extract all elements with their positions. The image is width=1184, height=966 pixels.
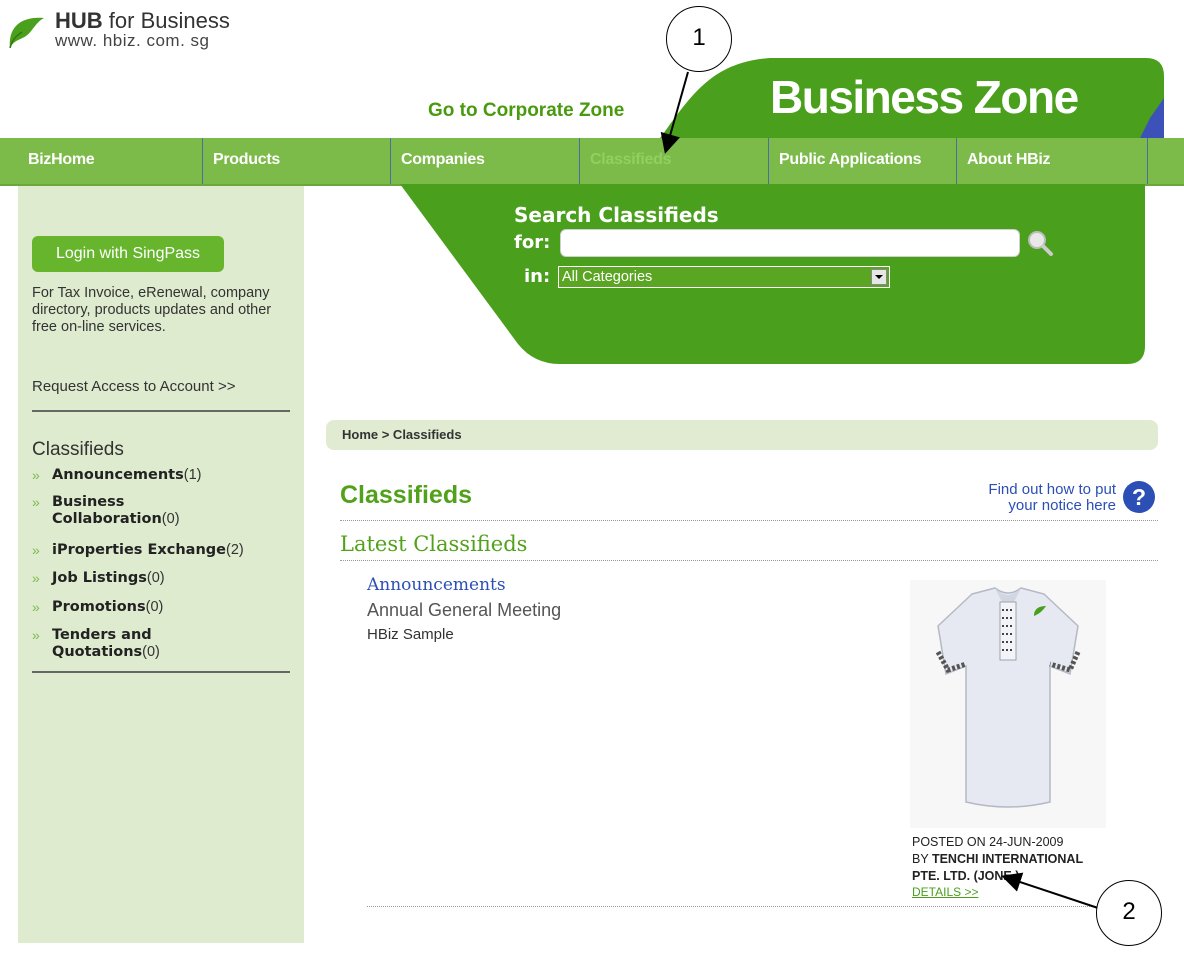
category-count: (0) bbox=[146, 570, 165, 586]
page-title: Classifieds bbox=[340, 481, 473, 509]
nav-companies[interactable]: Companies bbox=[391, 138, 580, 184]
bullet-icon: » bbox=[32, 570, 40, 586]
latest-divider bbox=[340, 560, 1158, 561]
category-name: Promotions bbox=[52, 599, 146, 615]
nav-public-applications[interactable]: Public Applications bbox=[769, 138, 957, 184]
nav-products[interactable]: Products bbox=[203, 138, 391, 184]
login-singpass-button[interactable]: Login with SingPass bbox=[32, 236, 224, 272]
category-business-collaboration[interactable]: » Business Collaboration(0) bbox=[32, 494, 292, 528]
callout-2: 2 bbox=[1096, 880, 1162, 946]
sidebar-divider bbox=[32, 410, 290, 412]
posted-by-prefix: BY bbox=[912, 852, 929, 866]
category-select[interactable]: All Categories bbox=[558, 266, 890, 288]
details-link[interactable]: DETAILS >> bbox=[912, 885, 978, 899]
category-count: (0) bbox=[142, 644, 160, 660]
help-line-1: Find out how to put bbox=[988, 481, 1116, 498]
classifieds-heading: Classifieds bbox=[32, 439, 124, 460]
help-line-2: your notice here bbox=[1008, 497, 1116, 514]
category-promotions[interactable]: » Promotions(0) bbox=[32, 599, 292, 617]
breadcrumb: Home > Classifieds bbox=[326, 420, 1158, 450]
main-nav: BizHome Products Companies Classifieds P… bbox=[0, 138, 1184, 186]
category-name: Job Listings bbox=[52, 570, 147, 586]
category-name: iProperties Exchange bbox=[52, 542, 226, 558]
help-question-icon[interactable]: ? bbox=[1122, 480, 1156, 514]
category-select-value: All Categories bbox=[562, 269, 653, 285]
bullet-icon: » bbox=[32, 542, 40, 558]
category-count: (0) bbox=[145, 599, 164, 615]
posted-company: TENCHI INTERNATIONAL bbox=[931, 852, 1084, 866]
sidebar-divider bbox=[32, 671, 290, 673]
item-divider bbox=[367, 906, 1158, 907]
category-count: (2) bbox=[226, 542, 244, 558]
item-category-link[interactable]: Announcements bbox=[367, 575, 506, 595]
callout-1: 1 bbox=[666, 6, 732, 72]
category-name: Business Collaboration bbox=[52, 494, 162, 527]
svg-text:?: ? bbox=[1132, 484, 1146, 510]
posted-info: POSTED ON 24-JUN-2009 BY TENCHI INTERNAT… bbox=[912, 834, 1142, 885]
latest-classifieds-heading: Latest Classifieds bbox=[340, 532, 528, 556]
search-icon[interactable] bbox=[1026, 229, 1054, 257]
search-input[interactable] bbox=[560, 229, 1020, 257]
hub-leaf-logo-icon bbox=[9, 17, 44, 49]
category-announcements[interactable]: » Announcements(1) bbox=[32, 467, 292, 485]
corporate-zone-link[interactable]: Go to Corporate Zone bbox=[428, 100, 624, 122]
category-iproperties-exchange[interactable]: » iProperties Exchange(2) bbox=[32, 542, 292, 560]
logo-url: www. hbiz. com. sg bbox=[55, 31, 210, 50]
category-count: (0) bbox=[161, 511, 180, 527]
bullet-icon: » bbox=[32, 467, 40, 483]
bullet-icon: » bbox=[32, 599, 40, 615]
help-notice-link[interactable]: Find out how to put your notice here bbox=[940, 482, 1116, 514]
request-access-link[interactable]: Request Access to Account >> bbox=[32, 378, 235, 395]
item-subtitle: HBiz Sample bbox=[367, 626, 454, 643]
bullet-icon: » bbox=[32, 494, 40, 510]
polo-shirt-image bbox=[910, 580, 1106, 828]
posted-company-line2: PTE. LTD. (JONE ) bbox=[912, 869, 1020, 883]
item-title[interactable]: Annual General Meeting bbox=[367, 600, 561, 621]
posted-date: POSTED ON 24-JUN-2009 bbox=[912, 835, 1064, 849]
zone-title: Business Zone bbox=[770, 71, 1079, 123]
nav-about-hbiz[interactable]: About HBiz bbox=[957, 138, 1148, 184]
category-name: Announcements bbox=[52, 467, 184, 483]
login-description: For Tax Invoice, eRenewal, company direc… bbox=[32, 285, 272, 335]
search-in-label: in: bbox=[524, 266, 551, 287]
dropdown-arrow-icon[interactable] bbox=[871, 269, 887, 285]
nav-classifieds[interactable]: Classifieds bbox=[580, 138, 769, 184]
search-for-label: for: bbox=[514, 232, 551, 253]
category-name: Tenders and Quotations bbox=[52, 627, 152, 660]
category-job-listings[interactable]: » Job Listings(0) bbox=[32, 570, 292, 588]
bullet-icon: » bbox=[32, 627, 40, 643]
nav-bizhome[interactable]: BizHome bbox=[18, 138, 203, 184]
title-divider bbox=[340, 520, 1158, 521]
category-count: (1) bbox=[183, 467, 202, 483]
category-tenders-quotations[interactable]: » Tenders and Quotations(0) bbox=[32, 627, 292, 661]
search-title: Search Classifieds bbox=[514, 203, 719, 227]
